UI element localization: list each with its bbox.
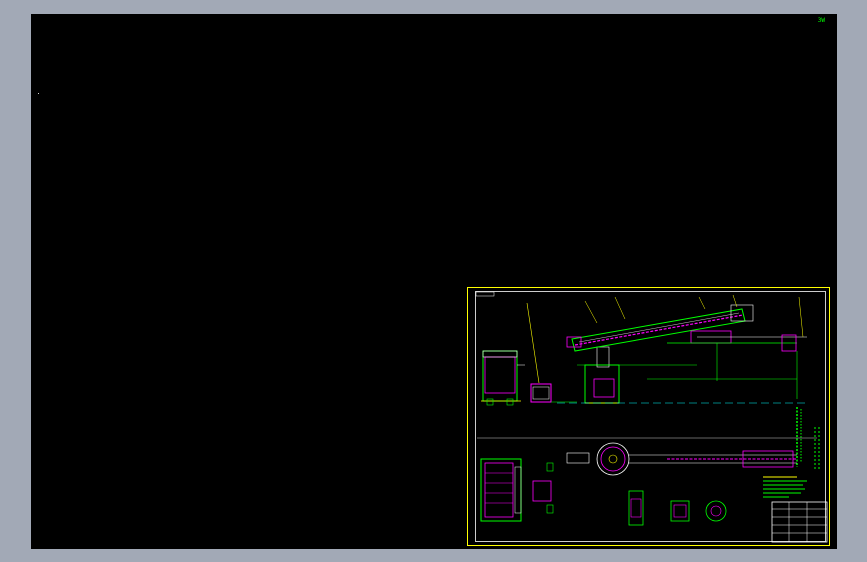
left-machine-plan — [480, 458, 554, 522]
sheet-outer-border — [467, 287, 830, 546]
hopper-unit — [526, 302, 577, 403]
detail-parts — [628, 490, 727, 526]
conveyor-plan — [566, 442, 797, 476]
cad-model-space[interactable]: 3W — [31, 14, 837, 549]
technical-notes — [763, 476, 807, 498]
sheet-tag-box — [475, 291, 495, 297]
corner-label: 3W — [817, 17, 825, 24]
stray-point — [38, 93, 39, 94]
drawing-sheet[interactable] — [467, 287, 830, 546]
left-machine-elevation — [481, 350, 525, 406]
title-block — [771, 501, 828, 543]
support-column — [577, 346, 697, 404]
